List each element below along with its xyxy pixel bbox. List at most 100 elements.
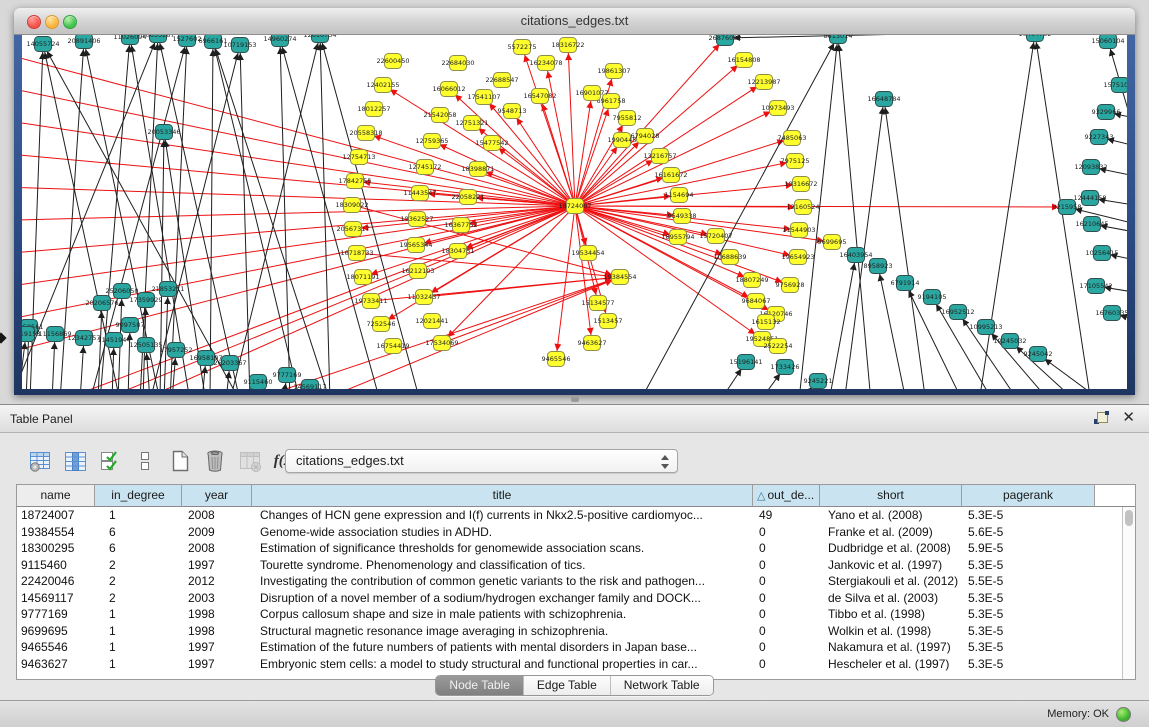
graph-node[interactable]: 16210645 <box>1075 217 1108 232</box>
graph-node[interactable]: 20891406 <box>67 35 100 49</box>
table-cell[interactable]: 1997 <box>182 557 252 574</box>
float-panel-icon[interactable] <box>1094 412 1109 427</box>
graph-node[interactable]: 7955812 <box>613 111 642 126</box>
table-cell[interactable]: 14569117 <box>17 590 95 607</box>
graph-node[interactable]: 9463627 <box>578 336 607 351</box>
table-cell[interactable]: Structural magnetic resonance image aver… <box>252 623 753 640</box>
table-selector-dropdown[interactable]: citations_edges.txt <box>285 449 678 473</box>
table-row[interactable]: 977716911998Corpus callosum shape and si… <box>17 606 1135 623</box>
table-cell[interactable]: 2 <box>95 573 182 590</box>
graph-node[interactable]: 18316722 <box>551 38 584 53</box>
graph-node[interactable]: 10995213 <box>969 320 1002 335</box>
graph-node[interactable]: 9194105 <box>918 290 947 305</box>
column-header-short[interactable]: short <box>820 485 962 507</box>
table-cell[interactable]: 9699695 <box>17 623 95 640</box>
column-header-name[interactable]: name <box>17 485 95 507</box>
table-row[interactable]: 2242004622012Investigating the contribut… <box>17 573 1135 590</box>
table-cell[interactable]: 5.6E-5 <box>962 524 1095 541</box>
graph-node[interactable]: 16367752 <box>444 218 477 233</box>
graph-node[interactable]: 15060104 <box>1091 35 1124 49</box>
graph-node[interactable]: 19534454 <box>571 246 604 261</box>
table-cell[interactable]: Tourette syndrome. Phenomenology and cla… <box>252 557 753 574</box>
graph-node[interactable]: 22688547 <box>485 73 518 88</box>
table-cell[interactable]: 2003 <box>182 590 252 607</box>
graph-node[interactable]: 19733411 <box>354 294 387 309</box>
table-cell[interactable]: 0 <box>753 590 820 607</box>
graph-node[interactable]: 12342757 <box>67 331 100 346</box>
table-cell[interactable]: 0 <box>753 557 820 574</box>
graph-node[interactable]: 15196141 <box>729 355 762 370</box>
table-cell[interactable]: 0 <box>753 606 820 623</box>
graph-node[interactable]: 7975125 <box>781 154 810 169</box>
table-cell[interactable]: 0 <box>753 656 820 673</box>
table-row[interactable]: 1872400712008Changes of HCN gene express… <box>17 507 1135 524</box>
table-cell[interactable]: 5.3E-5 <box>962 557 1095 574</box>
table-cell[interactable]: Hescheler et al. (1997) <box>820 656 962 673</box>
select-columns-icon[interactable] <box>63 449 87 473</box>
graph-node[interactable]: 12160524 <box>786 200 819 215</box>
table-cell[interactable]: Changes of HCN gene expression and I(f) … <box>252 507 753 524</box>
table-cell[interactable]: Disruption of a novel member of a sodium… <box>252 590 753 607</box>
table-cell[interactable]: 2 <box>95 557 182 574</box>
table-cell[interactable]: Embryonic stem cells: a model to study s… <box>252 656 753 673</box>
graph-node[interactable]: 22600450 <box>376 54 409 69</box>
table-row[interactable]: 946362711997Embryonic stem cells: a mode… <box>17 656 1135 673</box>
column-header-in_degree[interactable]: in_degree <box>95 485 182 507</box>
graph-node[interactable]: 18316672 <box>784 177 817 192</box>
column-header-title[interactable]: title <box>252 485 753 507</box>
graph-node[interactable]: 10688639 <box>713 250 746 265</box>
table-row[interactable]: 911546021997Tourette syndrome. Phenomeno… <box>17 557 1135 574</box>
graph-node[interactable]: 7485063 <box>778 131 807 146</box>
graph-node[interactable]: 14569117 <box>293 380 326 390</box>
graph-node[interactable]: 9777169 <box>273 368 302 383</box>
table-cell[interactable]: Franke et al. (2009) <box>820 524 962 541</box>
graph-node[interactable]: 12751321 <box>455 116 488 131</box>
table-cell[interactable]: 2012 <box>182 573 252 590</box>
graph-node[interactable]: 9699695 <box>818 235 847 250</box>
graph-node[interactable]: 12505135 <box>129 338 162 353</box>
graph-node[interactable]: 1733426 <box>771 360 800 375</box>
panel-divider-grip[interactable] <box>571 397 579 402</box>
graph-node[interactable]: 1527602 <box>173 35 202 47</box>
graph-node[interactable]: 9465546 <box>542 352 571 367</box>
table-cell[interactable]: Genome-wide association studies in ADHD. <box>252 524 753 541</box>
table-cell[interactable]: 2008 <box>182 540 252 557</box>
graph-node[interactable]: 9549338 <box>668 209 697 224</box>
table-cell[interactable]: 18300295 <box>17 540 95 557</box>
graph-node[interactable]: 12610734 <box>303 35 336 43</box>
graph-node[interactable]: 11443547 <box>403 186 436 201</box>
vertical-scrollbar[interactable] <box>1122 507 1135 679</box>
graph-node[interactable]: 1154694 <box>665 188 694 203</box>
graph-node[interactable]: 7252546 <box>367 317 396 332</box>
graph-node[interactable]: 12402155 <box>366 78 399 93</box>
table-cell[interactable]: 18724007 <box>17 507 95 524</box>
table-cell[interactable]: Wolkin et al. (1998) <box>820 623 962 640</box>
table-settings-icon[interactable] <box>28 449 52 473</box>
table-cell[interactable]: 5.3E-5 <box>962 590 1095 607</box>
graph-node[interactable]: 17541107 <box>467 90 500 105</box>
graph-node[interactable]: 9245042 <box>1024 347 1053 362</box>
graph-node[interactable]: 20558318 <box>349 126 382 141</box>
table-cell[interactable]: 22420046 <box>17 573 95 590</box>
graph-node[interactable]: 19654923 <box>781 250 814 265</box>
graph-node[interactable]: 10719153 <box>223 38 256 53</box>
table-cell[interactable]: 5.3E-5 <box>962 507 1095 524</box>
table-cell[interactable]: 0 <box>753 623 820 640</box>
table-cell[interactable]: 9465546 <box>17 639 95 656</box>
table-cell[interactable]: 1997 <box>182 639 252 656</box>
graph-node[interactable]: 18309022 <box>335 198 368 213</box>
graph-node[interactable]: 16403954 <box>839 248 872 263</box>
tab-node-table[interactable]: Node Table <box>436 676 523 695</box>
table-cell[interactable]: 2009 <box>182 524 252 541</box>
graph-node[interactable]: 11451944 <box>97 333 130 348</box>
graph-node[interactable]: 17842755 <box>338 174 371 189</box>
graph-node[interactable]: 9756928 <box>776 278 805 293</box>
graph-node[interactable]: 16066012 <box>432 82 465 97</box>
table-cell[interactable]: 19384554 <box>17 524 95 541</box>
tab-network-table[interactable]: Network Table <box>610 676 713 695</box>
graph-node[interactable]: 16154808 <box>727 53 760 68</box>
graph-node[interactable]: 1513457 <box>594 314 623 329</box>
table-cell[interactable]: 1998 <box>182 606 252 623</box>
merge-rows-icon[interactable] <box>133 449 157 473</box>
table-cell[interactable]: 1 <box>95 507 182 524</box>
